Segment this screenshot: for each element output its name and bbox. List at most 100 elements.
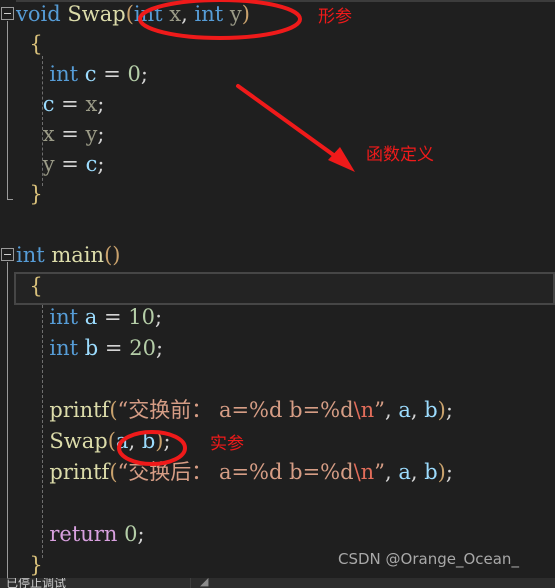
status-bar-label: 已停止调试 bbox=[6, 578, 67, 588]
token-paren-open: ( bbox=[107, 429, 116, 453]
token-escape-newline-1: \n bbox=[353, 398, 375, 422]
token-arg-a-2: a bbox=[115, 429, 129, 453]
token-semicolon: ; bbox=[155, 305, 163, 329]
code-line-y-equals-c[interactable]: y = c; bbox=[16, 152, 105, 176]
code-line-c-equals-x[interactable]: c = x; bbox=[16, 92, 105, 116]
fold-marker-main[interactable] bbox=[1, 248, 14, 261]
status-bar-divider bbox=[190, 578, 191, 588]
token-assign: = bbox=[103, 305, 122, 329]
token-semicolon: ; bbox=[445, 398, 453, 422]
code-line-main-close-brace[interactable]: } bbox=[16, 553, 43, 577]
code-line-printf-before[interactable]: printf(“交换前： a=%d b=%d\n”, a, b); bbox=[16, 400, 453, 421]
token-semicolon: ; bbox=[445, 460, 453, 484]
token-param-y3: y bbox=[42, 152, 55, 176]
token-keyword-void: void bbox=[16, 2, 61, 26]
token-var-a: a bbox=[84, 305, 98, 329]
code-line-swap-open-brace[interactable]: { bbox=[16, 32, 43, 56]
token-fn-printf-2: printf bbox=[49, 460, 110, 484]
token-main-parens: () bbox=[104, 243, 121, 267]
code-line-swap-signature[interactable]: void Swap(int x, int y) bbox=[16, 4, 250, 25]
token-semicolon: ; bbox=[155, 336, 164, 360]
code-editor[interactable]: void Swap(int x, int y) { int c = 0; c =… bbox=[0, 0, 555, 588]
token-num-zero-2: 0 bbox=[124, 522, 138, 546]
token-fn-main: main bbox=[51, 243, 105, 267]
code-line-decl-c[interactable]: int c = 0; bbox=[16, 64, 148, 85]
token-keyword-int-a: int bbox=[49, 305, 79, 329]
token-escape-newline-2: \n bbox=[353, 460, 375, 484]
token-keyword-return: return bbox=[49, 522, 118, 546]
token-brace-open-main: { bbox=[16, 274, 43, 298]
token-quote-close-1: ” bbox=[374, 398, 385, 422]
token-paren-close: ) bbox=[437, 460, 446, 484]
token-paren-open: ( bbox=[109, 460, 118, 484]
token-paren-open: ( bbox=[125, 2, 134, 26]
token-arg-a-1: a bbox=[398, 398, 411, 422]
token-keyword-int-c: int bbox=[49, 62, 79, 86]
code-line-main-open-brace[interactable]: { bbox=[16, 274, 43, 298]
token-var-c3: c bbox=[85, 152, 98, 176]
status-bar-resize-grip[interactable]: ◢ bbox=[200, 578, 208, 588]
token-param-x: x bbox=[169, 2, 182, 26]
code-line-printf-after[interactable]: printf(“交换后： a=%d b=%d\n”, a, b); bbox=[16, 462, 453, 483]
token-assign: = bbox=[61, 92, 79, 116]
current-line-highlight bbox=[14, 272, 555, 305]
token-arg-a-3: a bbox=[398, 460, 411, 484]
code-line-main-signature[interactable]: int main() bbox=[16, 245, 120, 266]
csdn-watermark: CSDN @Orange_Ocean_ bbox=[338, 550, 519, 568]
token-comma: , bbox=[410, 460, 418, 484]
token-string-after: “交换后： a=%d b=%d bbox=[117, 460, 354, 484]
token-brace-close-main: } bbox=[16, 553, 43, 577]
token-semicolon: ; bbox=[97, 92, 105, 116]
token-semicolon: ; bbox=[140, 62, 148, 86]
token-comma: , bbox=[410, 398, 418, 422]
token-assign: = bbox=[61, 122, 79, 146]
code-line-x-equals-y[interactable]: x = y; bbox=[16, 122, 105, 146]
token-param-y: y bbox=[229, 2, 242, 26]
token-keyword-int-b: int bbox=[49, 336, 79, 360]
token-var-c: c bbox=[84, 62, 97, 86]
token-comma: , bbox=[384, 460, 392, 484]
token-brace-close: } bbox=[16, 182, 43, 206]
annotation-label-formal-params: 形参 bbox=[318, 7, 352, 27]
token-brace-open: { bbox=[16, 32, 43, 56]
token-num-twenty: 20 bbox=[129, 336, 156, 360]
token-fn-swap: Swap bbox=[67, 2, 126, 26]
annotation-arrow-function-definition bbox=[236, 84, 355, 172]
code-line-swap-call[interactable]: Swap(a, b); bbox=[16, 429, 171, 453]
token-fn-swap-call: Swap bbox=[49, 429, 108, 453]
token-var-b: b bbox=[84, 336, 99, 360]
status-bar[interactable]: 已停止调试 ◢ bbox=[0, 578, 555, 588]
code-line-decl-a[interactable]: int a = 10; bbox=[16, 307, 162, 328]
token-param-x3: x bbox=[42, 122, 55, 146]
token-comma: , bbox=[181, 2, 188, 26]
token-comma: , bbox=[384, 398, 392, 422]
token-assign: = bbox=[104, 336, 123, 360]
fold-marker-swap[interactable] bbox=[1, 7, 14, 20]
token-arg-b-3: b bbox=[424, 460, 438, 484]
token-semicolon: ; bbox=[137, 522, 145, 546]
token-string-before: “交换前： a=%d b=%d bbox=[117, 398, 354, 422]
code-line-swap-close-brace[interactable]: } bbox=[16, 182, 43, 206]
token-comma: , bbox=[128, 429, 136, 453]
fold-bar-swap bbox=[7, 21, 8, 199]
token-num-zero: 0 bbox=[127, 62, 141, 86]
annotation-label-function-definition: 函数定义 bbox=[366, 145, 434, 165]
token-keyword-int-x: int bbox=[133, 2, 163, 26]
token-quote-close-2: ” bbox=[374, 460, 385, 484]
code-line-return[interactable]: return 0; bbox=[16, 522, 145, 546]
code-line-decl-b[interactable]: int b = 20; bbox=[16, 338, 163, 359]
token-fn-printf-1: printf bbox=[49, 398, 110, 422]
token-semicolon: ; bbox=[163, 429, 171, 453]
token-arg-b-2: b bbox=[141, 429, 156, 453]
fold-bar-main bbox=[7, 262, 8, 588]
token-paren-open: ( bbox=[109, 398, 118, 422]
token-keyword-int-main: int bbox=[16, 243, 45, 267]
